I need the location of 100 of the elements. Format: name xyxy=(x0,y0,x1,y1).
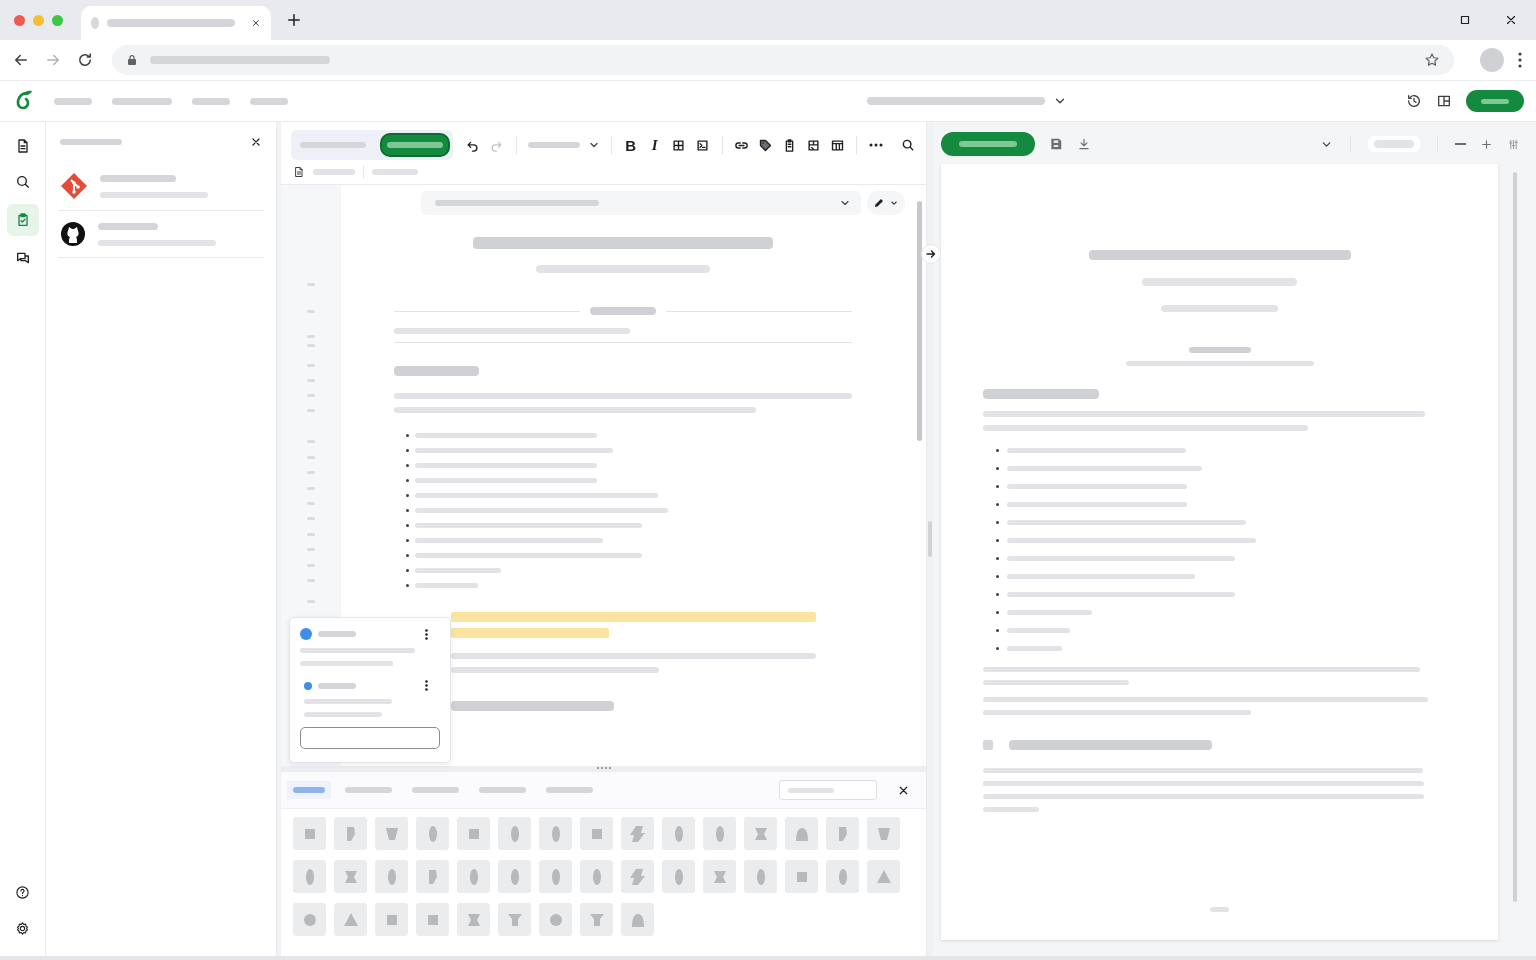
symbol-tile[interactable] xyxy=(580,860,613,893)
placeholder-bar xyxy=(250,97,288,105)
mode-toggle[interactable] xyxy=(380,133,450,157)
zoom-light[interactable] xyxy=(52,14,63,26)
menu-item[interactable] xyxy=(192,97,230,105)
symbol-tile[interactable] xyxy=(621,817,654,850)
symbol-tile[interactable] xyxy=(416,860,449,893)
symbol-tile[interactable] xyxy=(580,903,613,936)
symbol-tile[interactable] xyxy=(457,817,490,850)
menu-item[interactable] xyxy=(250,97,288,105)
placeholder-bar xyxy=(318,682,356,689)
symbol-tile[interactable] xyxy=(498,817,531,850)
symbol-tile[interactable] xyxy=(744,860,777,893)
placeholder-bar xyxy=(54,97,92,105)
symbol-tile[interactable] xyxy=(416,817,449,850)
favicon-icon xyxy=(91,17,100,29)
placeholder-bar xyxy=(1210,907,1229,912)
symbol-tile[interactable] xyxy=(539,860,572,893)
more-icon[interactable] xyxy=(425,680,428,691)
symbol-tile[interactable] xyxy=(826,817,859,850)
bullet-icon xyxy=(406,509,409,512)
symbol-tile[interactable] xyxy=(457,903,490,936)
symbol-tile[interactable] xyxy=(621,903,654,936)
symbol-tile[interactable] xyxy=(498,903,531,936)
symbol-tile[interactable] xyxy=(334,903,367,936)
symbol-tile[interactable] xyxy=(785,817,818,850)
symbol-tile[interactable] xyxy=(703,817,736,850)
edit-mode-button[interactable] xyxy=(867,191,905,215)
git-logo-icon xyxy=(60,172,88,200)
symbol-tile[interactable] xyxy=(867,860,900,893)
avatar xyxy=(300,628,312,640)
symbol-tile[interactable] xyxy=(703,860,736,893)
settings-icon xyxy=(15,920,30,936)
resize-handle[interactable] xyxy=(281,766,926,772)
symbol-tile[interactable] xyxy=(457,860,490,893)
avatar xyxy=(304,681,312,690)
bullet-icon xyxy=(996,521,999,524)
symbol-tile[interactable] xyxy=(867,817,900,850)
symbol-tile[interactable] xyxy=(539,817,572,850)
search-icon xyxy=(900,138,915,152)
symbol-tile[interactable] xyxy=(416,903,449,936)
reload-button[interactable] xyxy=(76,51,94,69)
more-icon[interactable] xyxy=(425,628,428,640)
style-dropdown[interactable] xyxy=(527,139,600,151)
section-marker xyxy=(983,740,993,750)
resize-handle[interactable] xyxy=(276,122,281,956)
symbol-tile[interactable] xyxy=(498,860,531,893)
symbol-tab[interactable] xyxy=(287,781,331,799)
avatar[interactable] xyxy=(1480,48,1504,72)
chat-icon xyxy=(14,250,31,266)
download-icon xyxy=(1077,137,1091,151)
minimize-light[interactable] xyxy=(33,14,44,26)
bullet-icon xyxy=(406,464,409,467)
recompile-button[interactable] xyxy=(941,132,1035,156)
bullet-icon xyxy=(996,629,999,632)
bullet-icon xyxy=(406,539,409,542)
placeholder-bar xyxy=(300,142,366,148)
symbol-tile[interactable] xyxy=(293,817,326,850)
zoom-in-icon xyxy=(1480,137,1493,151)
cat-logo-icon xyxy=(60,221,86,247)
bullet-icon xyxy=(406,569,409,572)
close-light[interactable] xyxy=(14,14,25,26)
symbol-tile[interactable] xyxy=(621,860,654,893)
symbol-tile[interactable] xyxy=(334,817,367,850)
file-dropdown[interactable] xyxy=(421,191,861,215)
symbol-tile[interactable] xyxy=(662,817,695,850)
symbol-tile[interactable] xyxy=(785,860,818,893)
menu-item[interactable] xyxy=(54,97,92,105)
italic-button[interactable]: I xyxy=(646,135,663,155)
search-field[interactable] xyxy=(779,780,877,800)
symbol-tile[interactable] xyxy=(334,860,367,893)
address-field[interactable] xyxy=(112,45,1454,75)
terminal-icon xyxy=(695,137,710,153)
browser-tab[interactable] xyxy=(81,6,271,40)
symbol-tile[interactable] xyxy=(580,817,613,850)
symbol-tile[interactable] xyxy=(826,860,859,893)
symbol-tile[interactable] xyxy=(293,903,326,936)
bullet-icon xyxy=(996,593,999,596)
bullet-icon xyxy=(996,503,999,506)
symbol-tile[interactable] xyxy=(375,860,408,893)
glyph-icon xyxy=(627,823,648,844)
share-button[interactable] xyxy=(1466,90,1524,112)
placeholder-bar xyxy=(1188,347,1251,353)
symbol-tile[interactable] xyxy=(662,860,695,893)
symbol-tile[interactable] xyxy=(375,817,408,850)
menu-item[interactable] xyxy=(112,97,172,105)
symbol-tile[interactable] xyxy=(293,860,326,893)
symbol-tile[interactable] xyxy=(744,817,777,850)
window-icon xyxy=(805,137,821,153)
reply-field[interactable] xyxy=(300,727,440,749)
bold-button[interactable]: B xyxy=(622,135,639,155)
menu-icon[interactable] xyxy=(1518,52,1522,68)
zoom-field[interactable] xyxy=(1368,136,1420,152)
project-title-dropdown[interactable] xyxy=(867,94,1067,108)
integrations-button[interactable] xyxy=(6,204,39,236)
save-icon[interactable] xyxy=(1049,137,1063,151)
symbol-tile[interactable] xyxy=(375,903,408,936)
maximize-icon xyxy=(1458,13,1472,27)
symbol-tile[interactable] xyxy=(539,903,572,936)
placeholder-bar xyxy=(112,97,172,105)
